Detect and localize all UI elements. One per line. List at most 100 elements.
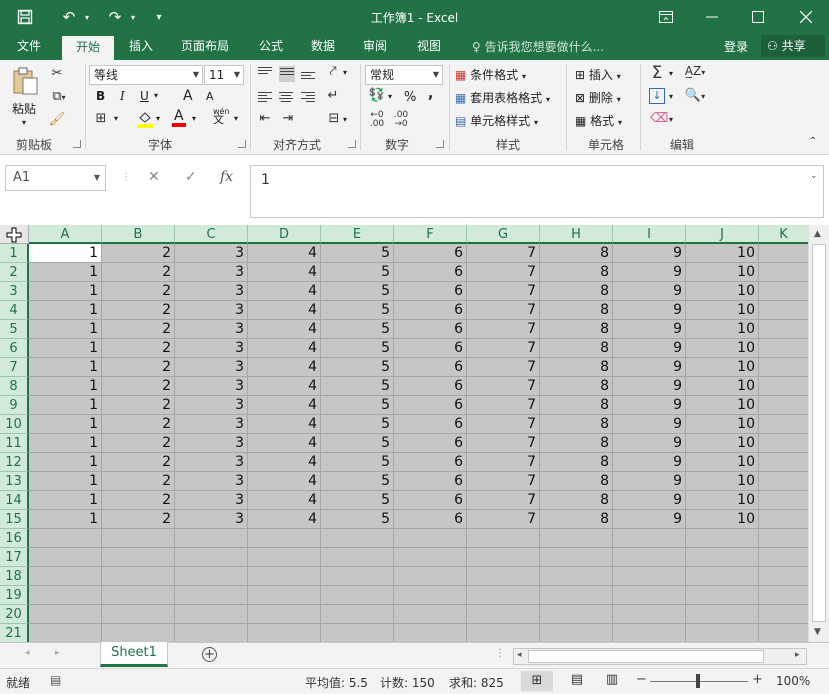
cell[interactable]: 5 (321, 339, 394, 358)
cell[interactable] (759, 605, 808, 624)
row-header-21[interactable]: 21 (0, 624, 29, 642)
cell[interactable]: 6 (394, 282, 467, 301)
row-header-15[interactable]: 15 (0, 510, 29, 529)
cell[interactable]: 7 (467, 377, 540, 396)
cell[interactable]: 4 (248, 358, 321, 377)
cell[interactable] (102, 567, 175, 586)
cell[interactable]: 3 (175, 434, 248, 453)
collapse-ribbon-icon[interactable]: ⌃ (806, 136, 820, 147)
underline-button[interactable]: U (140, 89, 149, 103)
cell[interactable] (248, 586, 321, 605)
cell[interactable] (248, 567, 321, 586)
merge-dropdown-icon[interactable]: ▾ (343, 115, 347, 124)
cell[interactable]: 5 (321, 358, 394, 377)
cell[interactable]: 1 (29, 453, 102, 472)
font-size-combo[interactable]: 11 ▼ (204, 65, 244, 85)
cell[interactable] (321, 567, 394, 586)
merge-center-icon[interactable]: ⊟ (325, 111, 343, 126)
zoom-slider-thumb[interactable] (696, 674, 700, 688)
cell[interactable]: 3 (175, 244, 248, 263)
cell[interactable]: 9 (613, 491, 686, 510)
cell[interactable]: 4 (248, 510, 321, 529)
cell[interactable]: 6 (394, 263, 467, 282)
cell[interactable] (321, 624, 394, 642)
cell[interactable]: 3 (175, 491, 248, 510)
phonetic-dropdown-icon[interactable]: ▾ (234, 114, 238, 123)
tab-file[interactable]: 文件 (6, 34, 52, 60)
cell[interactable] (29, 567, 102, 586)
number-launcher-icon[interactable] (436, 140, 444, 148)
cell[interactable]: 4 (248, 320, 321, 339)
cell[interactable]: 5 (321, 320, 394, 339)
cell[interactable] (686, 586, 759, 605)
fill-dropdown-icon[interactable]: ▾ (669, 92, 673, 101)
cell[interactable] (102, 605, 175, 624)
cell[interactable]: 1 (29, 491, 102, 510)
cell[interactable] (394, 548, 467, 567)
percent-button[interactable]: % (404, 90, 416, 105)
vertical-scrollbar[interactable]: ▲ ▼ (808, 225, 829, 642)
cut-icon[interactable]: ✂ (48, 66, 66, 81)
zoom-out-icon[interactable]: − (636, 672, 647, 687)
cell-styles-button[interactable]: ▤ 单元格样式 ▾ (455, 112, 538, 129)
cell[interactable]: 6 (394, 244, 467, 263)
bold-button[interactable]: B (96, 89, 105, 103)
cell[interactable] (686, 624, 759, 642)
cell[interactable]: 5 (321, 472, 394, 491)
cell[interactable] (759, 510, 808, 529)
cell[interactable] (467, 567, 540, 586)
cell[interactable] (759, 567, 808, 586)
row-header-18[interactable]: 18 (0, 567, 29, 586)
paste-label[interactable]: 粘贴 (12, 100, 36, 117)
cell[interactable]: 9 (613, 510, 686, 529)
alignment-launcher-icon[interactable] (348, 140, 356, 148)
cell[interactable] (759, 244, 808, 263)
cell[interactable]: 6 (394, 434, 467, 453)
tab-data[interactable]: 数据 (302, 34, 344, 60)
cell[interactable]: 7 (467, 396, 540, 415)
share-button[interactable]: ⚇ 共享 (761, 35, 825, 57)
cell[interactable]: 1 (29, 396, 102, 415)
tab-split-grip-icon[interactable]: ⋮ (495, 648, 505, 659)
cell[interactable]: 9 (613, 396, 686, 415)
italic-button[interactable]: I (120, 89, 125, 103)
cell[interactable]: 1 (29, 301, 102, 320)
cell[interactable]: 7 (467, 415, 540, 434)
clear-icon[interactable]: ⌫ (650, 111, 668, 126)
cell[interactable]: 1 (29, 282, 102, 301)
row-header-6[interactable]: 6 (0, 339, 29, 358)
cell[interactable] (394, 567, 467, 586)
tab-home[interactable]: 开始 (62, 36, 114, 60)
cell[interactable] (759, 263, 808, 282)
cell[interactable]: 1 (29, 434, 102, 453)
currency-icon[interactable]: 💱 (368, 88, 386, 103)
cell[interactable] (467, 605, 540, 624)
page-layout-view-icon[interactable]: ▤ (567, 672, 587, 687)
scroll-left-icon[interactable]: ◂ (517, 650, 522, 660)
row-header-14[interactable]: 14 (0, 491, 29, 510)
column-header-i[interactable]: I (613, 225, 686, 244)
cell[interactable] (613, 548, 686, 567)
cell[interactable]: 8 (540, 282, 613, 301)
cell[interactable]: 8 (540, 491, 613, 510)
cell[interactable]: 4 (248, 244, 321, 263)
cell[interactable]: 9 (613, 301, 686, 320)
cell[interactable]: 4 (248, 472, 321, 491)
cell[interactable]: 8 (540, 339, 613, 358)
column-header-g[interactable]: G (467, 225, 540, 244)
cell[interactable] (686, 567, 759, 586)
align-center-icon[interactable] (279, 92, 293, 103)
cell[interactable] (759, 624, 808, 642)
cell[interactable]: 8 (540, 320, 613, 339)
cell[interactable]: 5 (321, 301, 394, 320)
cell[interactable] (686, 548, 759, 567)
cell[interactable]: 2 (102, 339, 175, 358)
cell[interactable] (102, 624, 175, 642)
column-header-j[interactable]: J (686, 225, 759, 244)
cell[interactable] (321, 605, 394, 624)
cell[interactable]: 3 (175, 320, 248, 339)
scroll-down-icon[interactable]: ▼ (814, 627, 821, 637)
cell[interactable] (175, 605, 248, 624)
worksheet-grid[interactable]: ABCDEFGHIJK 1 2 3 4 5 6 7 8 9 10 11 12 13 14 15 16 17 18 1… (0, 225, 808, 642)
cell[interactable]: 3 (175, 396, 248, 415)
